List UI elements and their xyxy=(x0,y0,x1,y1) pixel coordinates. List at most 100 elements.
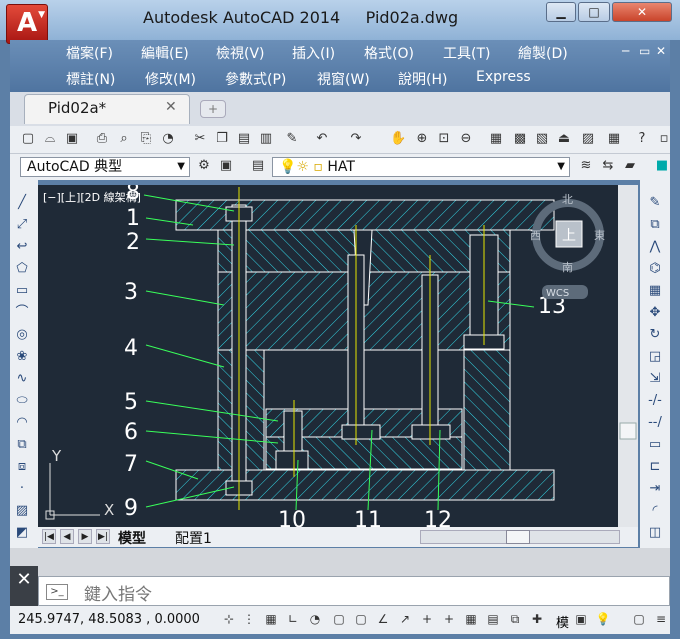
menu-insert[interactable]: 插入(I) xyxy=(292,43,335,63)
tab-model[interactable]: 模型 xyxy=(118,528,146,548)
copy-object-icon[interactable]: ⧉ xyxy=(644,216,666,234)
application-menu-button[interactable]: A ▼ xyxy=(6,4,48,44)
customize-icon[interactable]: ▣ xyxy=(218,158,234,174)
paste-icon[interactable]: ▤ xyxy=(236,131,252,147)
menu-help[interactable]: 說明(H) xyxy=(398,69,447,89)
next-layout-icon[interactable]: ▶ xyxy=(78,529,92,544)
status-menu-icon[interactable]: ≡ xyxy=(652,610,670,628)
zoom-realtime-icon[interactable]: ⊕ xyxy=(414,131,430,147)
paste-block-icon[interactable]: ▥ xyxy=(258,131,274,147)
mirror-icon[interactable]: ⋀ xyxy=(644,238,666,256)
coordinates-readout[interactable]: 245.9747, 48.5083 , 0.0000 xyxy=(18,612,200,627)
annotation-monitor-icon[interactable]: ✚ xyxy=(528,610,546,628)
close-button[interactable]: ✕ xyxy=(612,2,672,22)
close-command-line-icon[interactable]: ✕ xyxy=(10,566,38,606)
pan-icon[interactable]: ✋ xyxy=(390,131,406,147)
markup-icon[interactable]: ▨ xyxy=(580,131,596,147)
drawing-area[interactable]: 8 1 2 3 4 5 6 7 9 10 11 12 13 [−][上][2D … xyxy=(38,185,638,527)
preview-icon[interactable]: ⌕ xyxy=(116,131,132,147)
toolbar-overflow-icon[interactable]: ▫ xyxy=(656,131,672,147)
layer-state-icon[interactable]: ▰ xyxy=(622,158,638,174)
dynamic-input-icon[interactable]: + xyxy=(418,610,436,628)
match-properties-icon[interactable]: ✎ xyxy=(284,131,300,147)
zoom-previous-icon[interactable]: ⊖ xyxy=(458,131,474,147)
help-icon[interactable]: ? xyxy=(634,131,650,147)
minimize-button[interactable]: ▁ xyxy=(546,2,576,22)
break-icon[interactable]: ▭ xyxy=(644,436,666,454)
tab-layout1[interactable]: 配置1 xyxy=(175,528,212,548)
menu-tools[interactable]: 工具(T) xyxy=(443,43,490,63)
fillet-icon[interactable]: ◜ xyxy=(644,502,666,520)
menu-modify[interactable]: 修改(M) xyxy=(145,69,196,89)
insert-block-icon[interactable]: ⧉ xyxy=(12,436,32,454)
make-current-layer-icon[interactable]: ≋ xyxy=(578,158,594,174)
dynamic-ucs-icon[interactable]: ↗ xyxy=(396,610,414,628)
quick-properties-icon[interactable]: ▤ xyxy=(484,610,502,628)
calculator-icon[interactable]: ▦ xyxy=(606,131,622,147)
3d-object-snap-icon[interactable]: ▢ xyxy=(352,610,370,628)
zoom-window-icon[interactable]: ⊡ xyxy=(436,131,452,147)
isolate-objects-icon[interactable]: 💡 xyxy=(594,610,612,628)
doc-minimize-icon[interactable]: ─ xyxy=(622,44,629,58)
sheet-set-icon[interactable]: ⏏ xyxy=(556,131,572,147)
menu-express[interactable]: Express xyxy=(476,69,531,85)
last-layout-icon[interactable]: ▶| xyxy=(96,529,110,544)
transparency-icon[interactable]: ▦ xyxy=(462,610,480,628)
menu-edit[interactable]: 編輯(E) xyxy=(141,43,189,63)
polygon-icon[interactable]: ⬠ xyxy=(12,260,32,278)
rotate-icon[interactable]: ↻ xyxy=(644,326,666,344)
command-prompt-icon[interactable]: >_ xyxy=(46,584,68,600)
tab-close-icon[interactable]: ✕ xyxy=(165,99,177,115)
save-icon[interactable]: ▣ xyxy=(64,131,80,147)
viewport-label[interactable]: [−][上][2D 線架構] xyxy=(43,190,141,204)
workspace-settings-icon[interactable]: ⚙ xyxy=(196,158,212,174)
extend-icon[interactable]: --/ xyxy=(644,414,666,432)
properties-icon[interactable]: ▦ xyxy=(488,131,504,147)
undo-icon[interactable]: ↶ xyxy=(314,131,330,147)
chamfer-icon[interactable]: ⇥ xyxy=(644,480,666,498)
menu-draw[interactable]: 繪製(D) xyxy=(518,43,568,63)
open-icon[interactable]: ⌓ xyxy=(42,131,58,147)
ortho-mode-icon[interactable]: ∟ xyxy=(284,610,302,628)
stretch-icon[interactable]: ⇲ xyxy=(644,370,666,388)
layer-dropdown[interactable]: 💡☼ ▫ HAT ▼ xyxy=(272,157,570,177)
construction-line-icon[interactable]: ⤢ xyxy=(12,216,32,234)
hatch-icon[interactable]: ▨ xyxy=(12,502,32,520)
lineweight-icon[interactable]: + xyxy=(440,610,458,628)
first-layout-icon[interactable]: |◀ xyxy=(42,529,56,544)
design-center-icon[interactable]: ▩ xyxy=(512,131,528,147)
clean-screen-icon[interactable]: ▢ xyxy=(630,610,648,628)
tool-palettes-icon[interactable]: ▧ xyxy=(534,131,550,147)
ellipse-arc-icon[interactable]: ◠ xyxy=(12,414,32,432)
trim-icon[interactable]: -/- xyxy=(644,392,666,410)
menu-format[interactable]: 格式(O) xyxy=(364,43,414,63)
doc-close-icon[interactable]: ✕ xyxy=(656,44,666,58)
menu-parametric[interactable]: 參數式(P) xyxy=(225,69,286,89)
offset-icon[interactable]: ⌬ xyxy=(644,260,666,278)
menu-window[interactable]: 視窗(W) xyxy=(317,69,370,89)
selection-cycling-icon[interactable]: ⧉ xyxy=(506,610,524,628)
object-snap-tracking-icon[interactable]: ∠ xyxy=(374,610,392,628)
maximize-button[interactable]: □ xyxy=(578,2,610,22)
line-icon[interactable]: ╱ xyxy=(12,194,32,212)
menu-dimension[interactable]: 標註(N) xyxy=(66,69,115,89)
array-icon[interactable]: ▦ xyxy=(644,282,666,300)
workspace-dropdown[interactable]: AutoCAD 典型 ▼ xyxy=(20,157,190,177)
previous-layout-icon[interactable]: ◀ xyxy=(60,529,74,544)
move-icon[interactable]: ✥ xyxy=(644,304,666,322)
rectangle-icon[interactable]: ▭ xyxy=(12,282,32,300)
scale-icon[interactable]: ◲ xyxy=(644,348,666,366)
3d-print-icon[interactable]: ◔ xyxy=(160,131,176,147)
cut-icon[interactable]: ✂ xyxy=(192,131,208,147)
infer-constraints-icon[interactable]: ⊹ xyxy=(220,610,238,628)
new-icon[interactable]: ▢ xyxy=(20,131,36,147)
snap-mode-icon[interactable]: ⋮ xyxy=(240,610,258,628)
layer-previous-icon[interactable]: ⇆ xyxy=(600,158,616,174)
menu-file[interactable]: 檔案(F) xyxy=(66,43,113,63)
make-block-icon[interactable]: ⧈ xyxy=(12,458,32,476)
point-icon[interactable]: · xyxy=(12,480,32,498)
grid-display-icon[interactable]: ▦ xyxy=(262,610,280,628)
join-icon[interactable]: ⊏ xyxy=(644,458,666,476)
polar-tracking-icon[interactable]: ◔ xyxy=(306,610,324,628)
new-tab-button[interactable]: + xyxy=(200,100,226,118)
